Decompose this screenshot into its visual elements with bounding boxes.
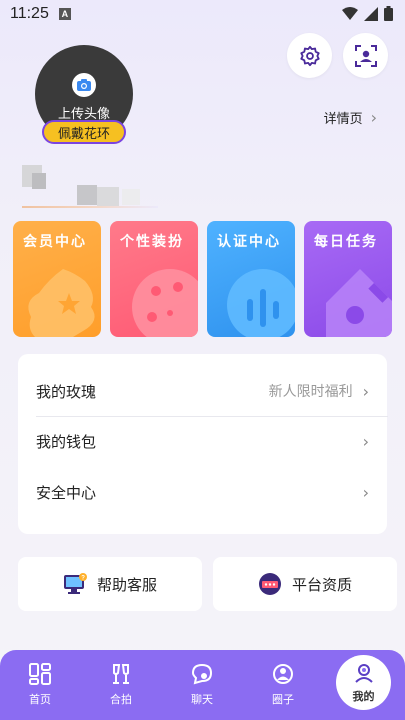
menu-item-security-center[interactable]: 安全中心 › (18, 467, 387, 517)
chevron-right-icon: › (362, 431, 369, 451)
profile-icon (354, 663, 373, 683)
status-time: 11:25 (10, 5, 49, 22)
help-service-button[interactable]: ? 帮助客服 (18, 557, 202, 611)
tab-label: 圈子 (272, 693, 294, 706)
wifi-icon (342, 6, 358, 20)
chevron-right-icon: › (370, 108, 377, 127)
battery-icon (384, 6, 393, 21)
menu-item-extra: 新人限时福利 (268, 384, 353, 400)
chevron-right-icon: › (362, 381, 369, 401)
signal-icon (364, 6, 378, 21)
tab-label: 我的 (352, 689, 375, 703)
tab-profile[interactable]: 我的 (336, 655, 391, 710)
card-daily-tasks[interactable]: 每日任务 (304, 221, 392, 337)
notification-icon: A (58, 8, 71, 20)
menu-item-label: 安全中心 (36, 483, 97, 502)
menu-item-label: 我的钱包 (36, 432, 97, 451)
card-title: 会员中心 (23, 234, 87, 250)
tab-label: 合拍 (110, 693, 132, 706)
details-link[interactable]: 详情页 › (324, 108, 377, 127)
match-icon (113, 664, 129, 684)
nickname-underline (22, 206, 158, 208)
menu-item-my-wallet[interactable]: 我的钱包 › (18, 416, 387, 466)
chevron-right-icon: › (362, 482, 369, 502)
camera-icon (72, 72, 96, 97)
card-member-center[interactable]: 会员中心 (13, 221, 101, 337)
feature-cards: 会员中心 个性装扮 认证中心 每日任务 (13, 221, 392, 337)
help-service-label: 帮助客服 (96, 575, 157, 594)
settings-button[interactable] (287, 33, 332, 78)
card-title: 个性装扮 (120, 234, 184, 250)
platform-qualification-label: 平台资质 (291, 575, 352, 594)
tab-match[interactable]: 合拍 (91, 650, 151, 720)
chat-icon (191, 663, 213, 685)
tab-label: 首页 (29, 693, 51, 706)
tab-chat[interactable]: 聊天 (172, 650, 232, 720)
tab-home[interactable]: 首页 (10, 650, 70, 720)
details-label: 详情页 (323, 112, 363, 127)
face-scan-icon (354, 44, 377, 67)
card-title: 认证中心 (217, 234, 281, 250)
home-grid-icon (29, 663, 51, 685)
gear-icon (299, 45, 320, 66)
help-desk-icon: ? (63, 573, 87, 594)
svg-text:?: ? (81, 576, 85, 582)
scan-button[interactable] (343, 33, 388, 78)
circle-icon (273, 664, 293, 684)
menu-list: 我的玫瑰 新人限时福利 › 我的钱包 › 安全中心 › (18, 354, 388, 534)
upload-avatar-label: 上传头像 (57, 106, 110, 122)
menu-item-label: 我的玫瑰 (36, 382, 97, 401)
status-icons (342, 6, 393, 21)
card-verification-center[interactable]: 认证中心 (207, 221, 295, 337)
platform-qualification-button[interactable]: 平台资质 (213, 557, 397, 611)
card-personal-dressup[interactable]: 个性装扮 (110, 221, 198, 337)
wear-wreath-button[interactable]: 佩戴花环 (42, 120, 126, 144)
status-bar: 11:25 A (0, 0, 405, 28)
card-title: 每日任务 (314, 234, 378, 250)
tab-label: 聊天 (191, 693, 213, 706)
certificate-icon (258, 573, 281, 595)
menu-item-my-roses[interactable]: 我的玫瑰 新人限时福利 › (18, 366, 387, 416)
nickname-redacted (22, 165, 162, 210)
tab-circle[interactable]: 圈子 (253, 650, 313, 720)
